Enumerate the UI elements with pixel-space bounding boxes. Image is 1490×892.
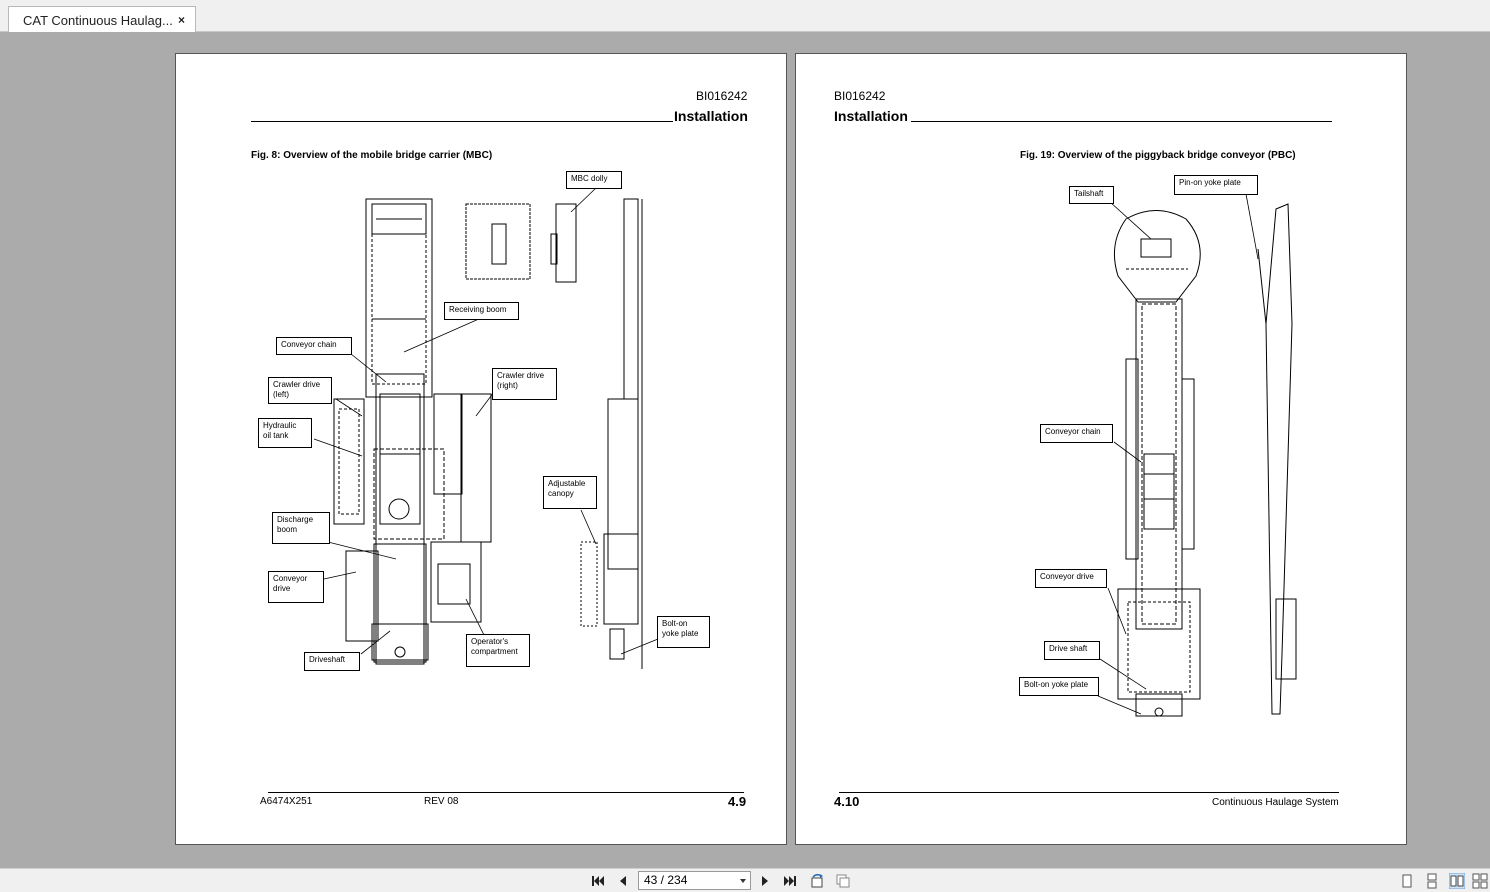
footer-rule: [268, 792, 744, 793]
page-right: BI016242 Installation Fig. 19: Overview …: [795, 53, 1407, 845]
last-page-icon[interactable]: [782, 873, 798, 889]
callout-crawler-drive-left: Crawler drive (left): [268, 377, 332, 404]
callout-driveshaft: Driveshaft: [304, 652, 360, 671]
callout-crawler-drive-right: Crawler drive (right): [492, 368, 557, 400]
next-page-icon[interactable]: [757, 873, 773, 889]
page-number: 4.9: [728, 794, 747, 809]
tab-title: CAT Continuous Haulag...: [23, 13, 173, 28]
copy-icon[interactable]: [835, 873, 851, 889]
footer-title: Continuous Haulage System: [1212, 797, 1339, 808]
callout-discharge-boom: Discharge boom: [272, 512, 330, 544]
footer-rule: [839, 792, 1339, 793]
navigation-toolbar: 43 / 234: [0, 868, 1490, 892]
page-left: BI016242 Installation Fig. 8: Overview o…: [175, 53, 787, 845]
footer-revision: REV 08: [424, 796, 459, 807]
callout-mbc-dolly: MBC dolly: [566, 171, 622, 189]
page-number: 4.10: [834, 794, 860, 809]
two-page-view-icon[interactable]: [1449, 873, 1465, 889]
tab-close-icon[interactable]: ×: [178, 13, 185, 27]
callout-tailshaft: Tailshaft: [1069, 186, 1114, 204]
callout-conveyor-drive: Conveyor drive: [268, 571, 324, 603]
single-page-view-icon[interactable]: [1399, 873, 1415, 889]
callout-conveyor-chain: Conveyor chain: [1040, 424, 1113, 443]
tab-bar: CAT Continuous Haulag... ×: [0, 0, 1490, 32]
chevron-down-icon: [740, 879, 746, 883]
callout-pin-on-yoke-plate: Pin-on yoke plate: [1174, 175, 1258, 195]
callout-hydraulic-oil-tank: Hydraulic oil tank: [258, 418, 312, 448]
page-number-select[interactable]: 43 / 234: [638, 871, 751, 890]
pbc-drawing: [1097, 193, 1297, 717]
first-page-icon[interactable]: [590, 873, 606, 889]
page-indicator: 43 / 234: [644, 873, 688, 887]
callout-conveyor-chain: Conveyor chain: [276, 337, 352, 355]
callout-drive-shaft: Drive shaft: [1044, 641, 1100, 660]
prev-page-icon[interactable]: [615, 873, 631, 889]
footer-doc-number: A6474X251: [260, 796, 313, 807]
callout-bolt-on-yoke-plate: Bolt-on yoke plate: [1019, 677, 1099, 696]
callout-conveyor-drive: Conveyor drive: [1035, 569, 1107, 588]
callout-bolt-on-yoke-plate: Bolt-on yoke plate: [657, 616, 710, 648]
callout-receiving-boom: Receiving boom: [444, 302, 519, 320]
rotate-icon[interactable]: [809, 873, 825, 889]
document-tab[interactable]: CAT Continuous Haulag... ×: [8, 6, 196, 32]
continuous-view-icon[interactable]: [1424, 873, 1440, 889]
callout-operators-compartment: Operator's compartment: [466, 634, 530, 667]
mbc-drawing: [313, 187, 659, 669]
two-page-continuous-view-icon[interactable]: [1472, 873, 1488, 889]
callout-adjustable-canopy: Adjustable canopy: [543, 476, 597, 509]
